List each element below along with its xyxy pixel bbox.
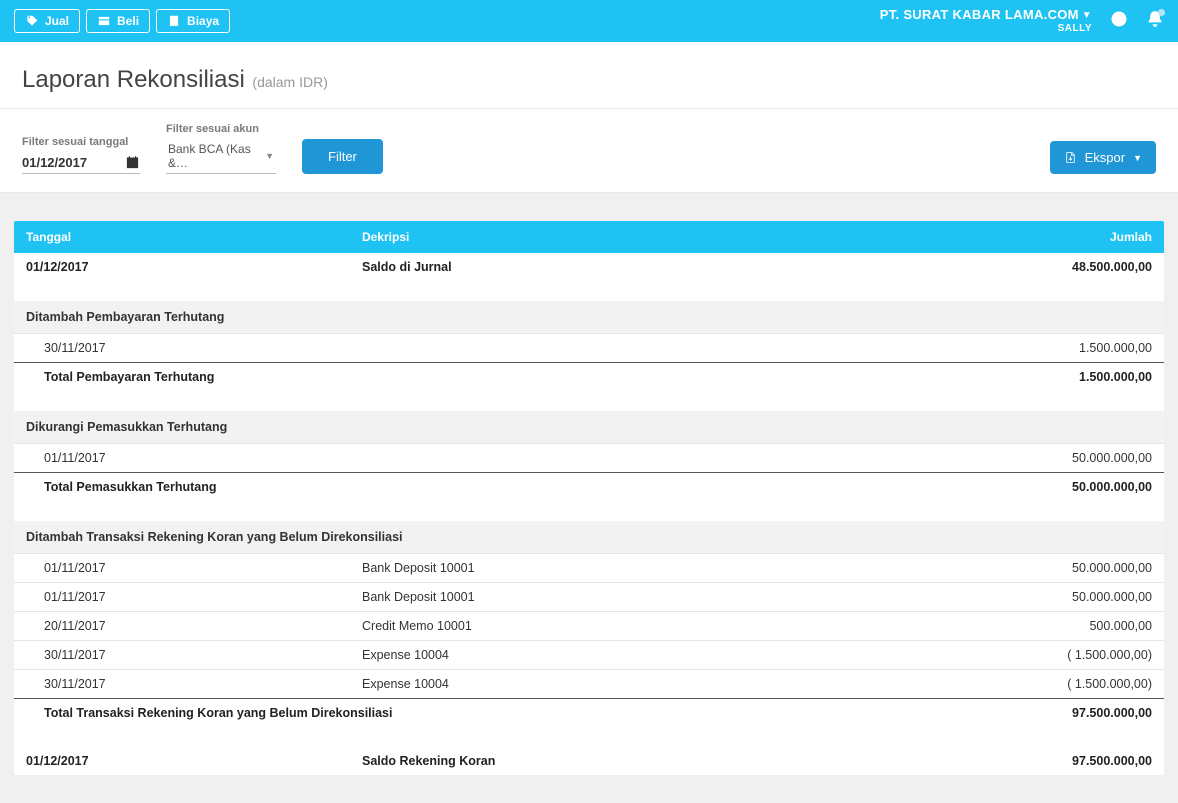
- cell-date: 20/11/2017: [22, 619, 362, 633]
- company-name: PT. SURAT KABAR LAMA.COM: [880, 8, 1079, 22]
- balance-row: 01/12/2017 Saldo di Jurnal 48.500.000,00: [14, 253, 1164, 281]
- cell-amount: ( 1.500.000,00): [936, 648, 1156, 662]
- topbar: Jual Beli Biaya PT. SURAT KABAR LAMA.COM…: [0, 0, 1178, 42]
- total-amount: 1.500.000,00: [936, 370, 1156, 384]
- clock-icon: [1110, 10, 1128, 28]
- account-value: Bank BCA (Kas &…: [168, 142, 265, 170]
- total-amount: 97.500.000,00: [936, 706, 1156, 720]
- col-amount: Jumlah: [936, 230, 1156, 244]
- filter-row: Filter sesuai tanggal 01/12/2017 Filter …: [0, 109, 1178, 193]
- biaya-label: Biaya: [187, 14, 219, 28]
- final-row: 01/12/2017 Saldo Rekening Koran 97.500.0…: [14, 747, 1164, 775]
- report-table: Tanggal Dekripsi Jumlah 01/12/2017 Saldo…: [14, 221, 1164, 775]
- table-row: 30/11/2017 1.500.000,00: [14, 333, 1164, 362]
- cell-desc: Bank Deposit 10001: [362, 590, 936, 604]
- table-row: 30/11/2017 Expense 10004 ( 1.500.000,00): [14, 640, 1164, 669]
- topbar-actions: Jual Beli Biaya: [14, 9, 230, 33]
- cell-date: 30/11/2017: [22, 677, 362, 691]
- caret-down-icon: ▼: [265, 151, 274, 161]
- cell-amount: ( 1.500.000,00): [936, 677, 1156, 691]
- filter-account-label: Filter sesuai akun: [166, 123, 276, 135]
- caret-down-icon: ▼: [1133, 153, 1142, 163]
- cell-desc: Credit Memo 10001: [362, 619, 936, 633]
- section1-total: Total Pembayaran Terhutang 1.500.000,00: [14, 362, 1164, 391]
- col-date: Tanggal: [22, 230, 362, 244]
- export-icon: [1064, 151, 1077, 164]
- calendar-icon: [125, 155, 140, 170]
- beli-label: Beli: [117, 14, 139, 28]
- total-amount: 50.000.000,00: [936, 480, 1156, 494]
- section3-total: Total Transaksi Rekening Koran yang Belu…: [14, 698, 1164, 727]
- cell-date: 01/11/2017: [22, 561, 362, 575]
- cell-date: 01/11/2017: [22, 451, 362, 465]
- cell-date: 01/12/2017: [22, 260, 362, 274]
- cell-desc: Saldo Rekening Koran: [362, 754, 936, 768]
- cell-date: 30/11/2017: [22, 648, 362, 662]
- caret-down-icon: ▼: [1082, 10, 1092, 21]
- beli-button[interactable]: Beli: [86, 9, 150, 33]
- cell-amount: 500.000,00: [936, 619, 1156, 633]
- date-input[interactable]: 01/12/2017: [22, 152, 140, 174]
- page-title: Laporan Rekonsiliasi: [22, 66, 245, 94]
- col-desc: Dekripsi: [362, 230, 936, 244]
- filter-account-group: Filter sesuai akun Bank BCA (Kas &… ▼: [166, 123, 276, 174]
- cell-desc: Expense 10004: [362, 677, 936, 691]
- topbar-right: PT. SURAT KABAR LAMA.COM ▼ SALLY: [880, 8, 1164, 33]
- total-label: Total Transaksi Rekening Koran yang Belu…: [22, 706, 936, 720]
- date-value: 01/12/2017: [22, 155, 87, 170]
- section1-title: Ditambah Pembayaran Terhutang: [14, 301, 1164, 333]
- cell-date: 01/11/2017: [22, 590, 362, 604]
- table-row: 01/11/2017 Bank Deposit 10001 50.000.000…: [14, 553, 1164, 582]
- cell-desc: [362, 451, 936, 465]
- section2-title: Dikurangi Pemasukkan Terhutang: [14, 411, 1164, 443]
- cell-desc: Saldo di Jurnal: [362, 260, 936, 274]
- export-button[interactable]: Ekspor ▼: [1050, 141, 1156, 174]
- biaya-button[interactable]: Biaya: [156, 9, 230, 33]
- filter-button[interactable]: Filter: [302, 139, 383, 174]
- filter-date-group: Filter sesuai tanggal 01/12/2017: [22, 136, 140, 174]
- user-name: SALLY: [880, 23, 1092, 34]
- export-label: Ekspor: [1085, 150, 1125, 165]
- table-row: 01/11/2017 50.000.000,00: [14, 443, 1164, 472]
- total-label: Total Pembayaran Terhutang: [22, 370, 936, 384]
- card-icon: [97, 14, 111, 28]
- section3-title: Ditambah Transaksi Rekening Koran yang B…: [14, 521, 1164, 553]
- company-switcher[interactable]: PT. SURAT KABAR LAMA.COM ▼ SALLY: [880, 8, 1092, 33]
- page-subtitle: (dalam IDR): [252, 74, 327, 90]
- table-row: 01/11/2017 Bank Deposit 10001 50.000.000…: [14, 582, 1164, 611]
- receipt-icon: [167, 14, 181, 28]
- notifications-button[interactable]: [1146, 10, 1164, 31]
- table-header: Tanggal Dekripsi Jumlah: [14, 221, 1164, 253]
- jual-button[interactable]: Jual: [14, 9, 80, 33]
- cell-date: 30/11/2017: [22, 341, 362, 355]
- cell-amount: 1.500.000,00: [936, 341, 1156, 355]
- table-row: 30/11/2017 Expense 10004 ( 1.500.000,00): [14, 669, 1164, 698]
- cell-desc: Bank Deposit 10001: [362, 561, 936, 575]
- cell-desc: [362, 341, 936, 355]
- cell-amount: 48.500.000,00: [936, 260, 1156, 274]
- account-select[interactable]: Bank BCA (Kas &… ▼: [166, 139, 276, 174]
- cell-date: 01/12/2017: [22, 754, 362, 768]
- title-row: Laporan Rekonsiliasi (dalam IDR): [0, 42, 1178, 109]
- cell-desc: Expense 10004: [362, 648, 936, 662]
- cell-amount: 97.500.000,00: [936, 754, 1156, 768]
- section2-total: Total Pemasukkan Terhutang 50.000.000,00: [14, 472, 1164, 501]
- cell-amount: 50.000.000,00: [936, 590, 1156, 604]
- total-label: Total Pemasukkan Terhutang: [22, 480, 936, 494]
- jual-label: Jual: [45, 14, 69, 28]
- table-row: 20/11/2017 Credit Memo 10001 500.000,00: [14, 611, 1164, 640]
- cell-amount: 50.000.000,00: [936, 451, 1156, 465]
- filter-date-label: Filter sesuai tanggal: [22, 136, 140, 148]
- filter-left: Filter sesuai tanggal 01/12/2017 Filter …: [22, 123, 383, 174]
- history-button[interactable]: [1110, 10, 1128, 31]
- report-body: Tanggal Dekripsi Jumlah 01/12/2017 Saldo…: [0, 193, 1178, 803]
- tag-icon: [25, 14, 39, 28]
- cell-amount: 50.000.000,00: [936, 561, 1156, 575]
